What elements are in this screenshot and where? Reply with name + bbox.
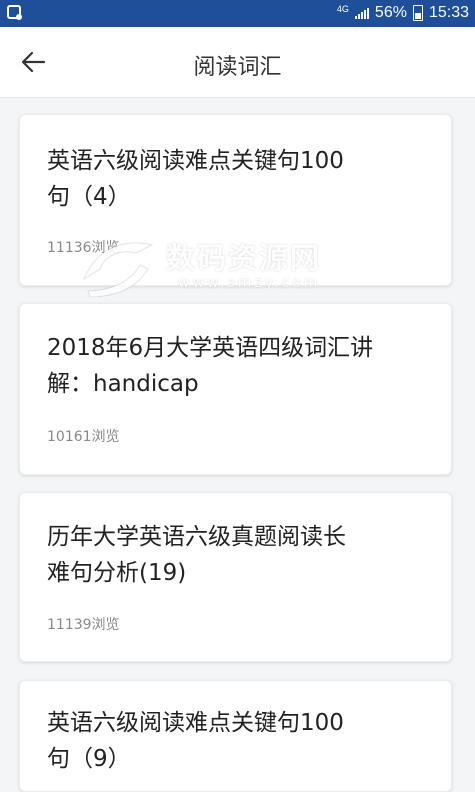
status-bar: 4G 56% 15:33 bbox=[0, 0, 475, 27]
card-title: 历年大学英语六级真题阅读长 难句分析(19) bbox=[47, 524, 346, 586]
clock: 15:33 bbox=[428, 4, 469, 21]
article-card[interactable]: 英语六级阅读难点关键句100 句（4） 11136浏览 bbox=[19, 114, 452, 286]
view-count: 11136浏览 bbox=[47, 240, 120, 256]
article-card[interactable]: 2018年6月大学英语四级词汇讲 解：handicap 10161浏览 bbox=[19, 303, 452, 475]
article-card[interactable]: 英语六级阅读难点关键句100 句（9） bbox=[19, 680, 452, 792]
status-indicators: 4G 56% 15:33 bbox=[337, 2, 469, 24]
card-title: 英语六级阅读难点关键句100 句（4） bbox=[47, 148, 344, 210]
battery-percent: 56% bbox=[374, 4, 407, 21]
article-card[interactable]: 历年大学英语六级真题阅读长 难句分析(19) 11139浏览 bbox=[19, 492, 452, 662]
battery-icon bbox=[412, 5, 423, 21]
card-title: 英语六级阅读难点关键句100 句（9） bbox=[47, 710, 344, 772]
signal-icon bbox=[354, 7, 369, 19]
network-type: 4G bbox=[336, 3, 349, 14]
view-count: 10161浏览 bbox=[47, 429, 120, 445]
screen-record-icon bbox=[7, 5, 22, 20]
app-bar: 阅读词汇 bbox=[0, 27, 475, 98]
view-count: 11139浏览 bbox=[47, 617, 120, 633]
page-title: 阅读词汇 bbox=[193, 55, 282, 80]
card-title: 2018年6月大学英语四级词汇讲 解：handicap bbox=[47, 335, 374, 397]
